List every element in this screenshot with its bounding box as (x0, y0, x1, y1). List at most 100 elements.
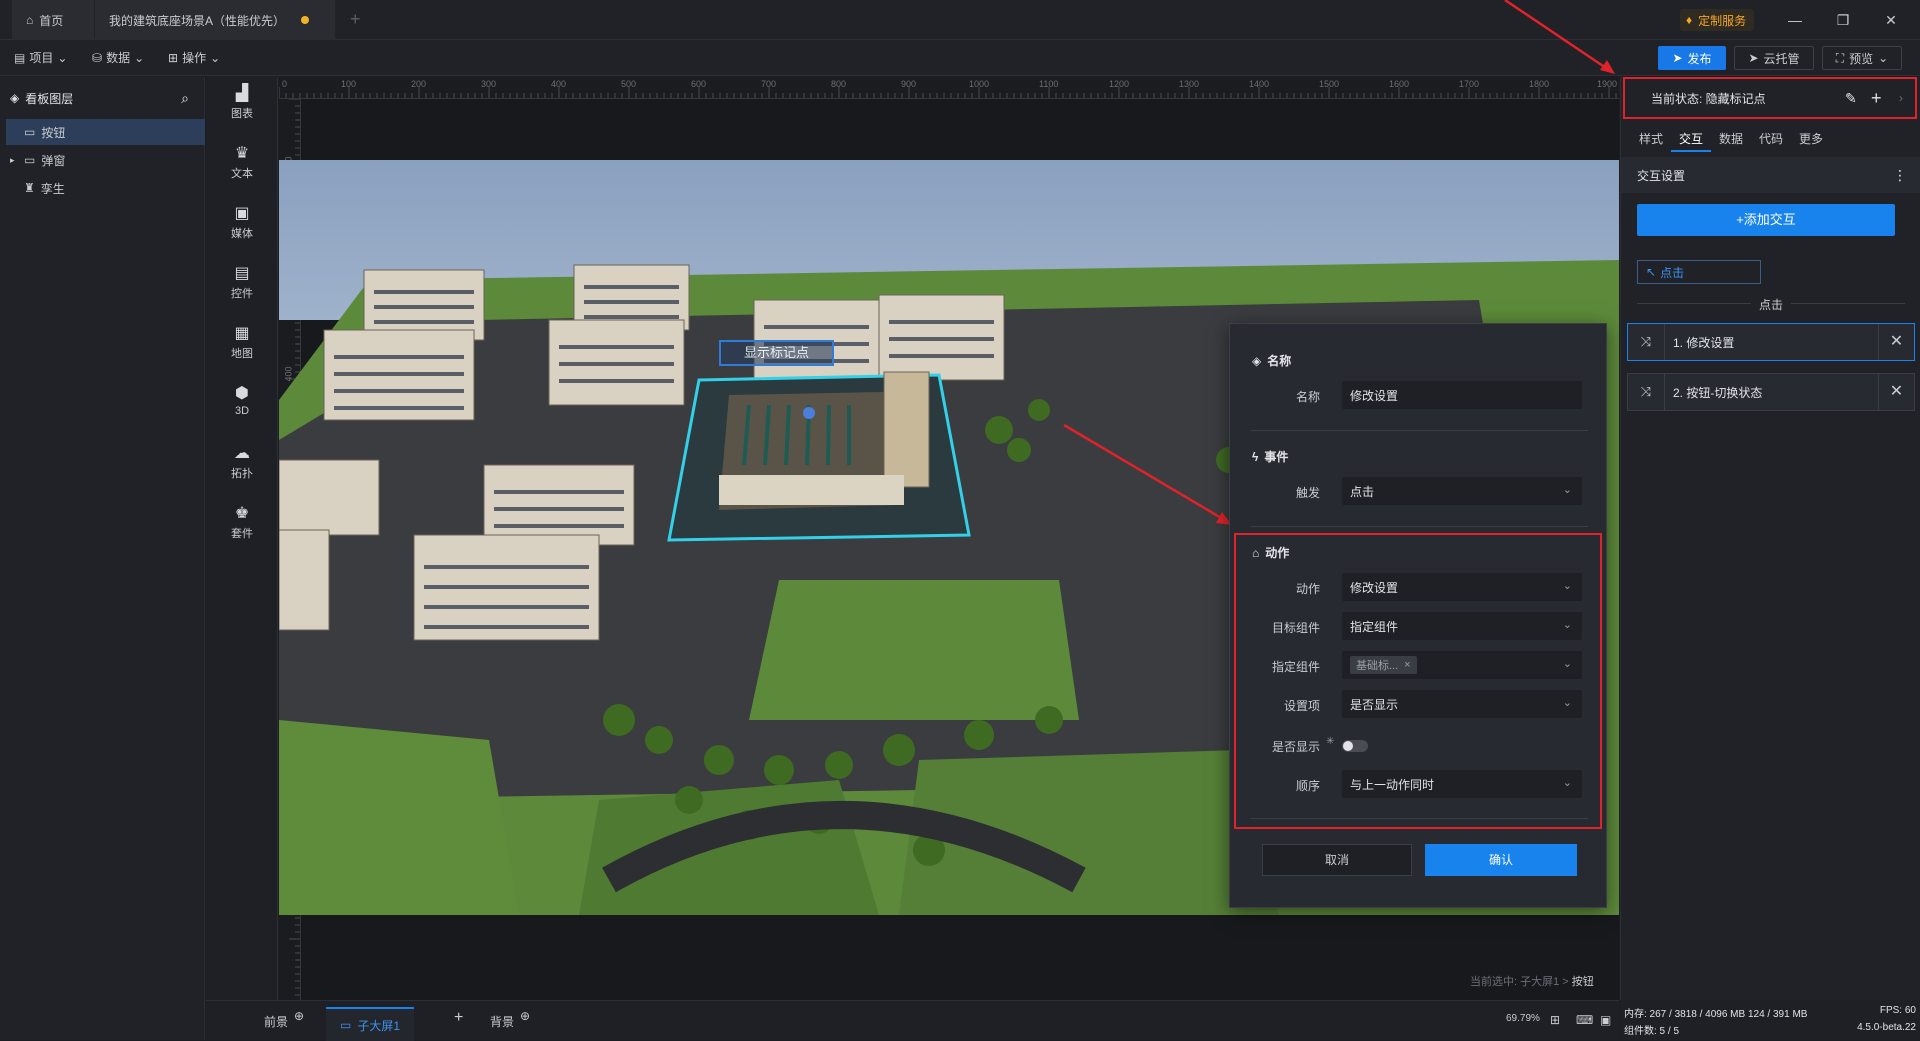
layer-item-popup[interactable]: ▸ ▭ 弹窗 (6, 147, 205, 173)
fps-counter: FPS: 60 (1879, 1005, 1916, 1016)
ruler-label: 1900 (1597, 79, 1618, 89)
chevron-down-icon: ⌄ (57, 50, 68, 65)
interaction-dialog: ◈ 名称 名称 修改设置 ϟ 事件 触发 点击 ⌄ ⌂ 动作 动作 修改设置 ⌄ 目标组件… (1229, 323, 1607, 908)
interaction-settings-header: 交互设置 ⋮ (1621, 157, 1920, 193)
tool-label: 地图 (231, 348, 253, 360)
memory-stats: 内存: 267 / 3818 / 4096 MB 124 / 391 MB (1624, 1009, 1808, 1020)
trigger-select[interactable]: 点击 ⌄ (1342, 477, 1582, 505)
confirm-button[interactable]: 确认 (1425, 844, 1577, 876)
close-icon[interactable]: ✕ (1878, 324, 1914, 360)
custom-service-button[interactable]: ♦ 定制服务 (1680, 9, 1755, 31)
tool-controls[interactable]: ▤ 控件 (206, 257, 278, 309)
close-icon[interactable]: ✕ (1878, 374, 1914, 410)
tool-map[interactable]: ▦ 地图 (206, 317, 278, 369)
ruler-ticks (279, 87, 1617, 98)
cursor-icon: ↖ (1646, 265, 1657, 279)
ruler-label: 600 (691, 79, 707, 89)
tab-sub-screen[interactable]: ▭ 子大屏1 (326, 1007, 415, 1041)
ruler-label: 400 (551, 79, 567, 89)
keyboard-icon[interactable]: ⌨ (1576, 1013, 1593, 1027)
search-icon[interactable]: ⌕ (181, 90, 189, 107)
add-circle-icon[interactable]: ⊕ (520, 1009, 530, 1023)
tab-label: 交互 (1678, 132, 1703, 146)
window-icon: ▭ (24, 153, 36, 167)
tool-label: 3D (234, 405, 250, 417)
tab-document[interactable]: 我的建筑底座场景A（性能优先） (95, 0, 335, 40)
ruler-label: 700 (761, 79, 777, 89)
more-vertical-icon[interactable]: ⋮ (1893, 167, 1907, 184)
layers-panel: ◈ 看板图层 ⌕ ▭ 按钮 ▸ ▭ 弹窗 ♜ 孪生 (0, 77, 205, 1040)
cancel-button[interactable]: 取消 (1262, 844, 1412, 876)
tool-topology[interactable]: ☁ 拓扑 (206, 437, 278, 489)
cloud-hosting-button[interactable]: ➤ 云托管 (1734, 46, 1814, 70)
menu-project[interactable]: ▤ 项目 ⌄ (14, 49, 67, 66)
marker-button-selected[interactable]: 显示标记点 (719, 340, 834, 366)
name-input[interactable]: 修改设置 (1342, 381, 1582, 409)
menu-operate[interactable]: ⊞ 操作 ⌄ (168, 49, 220, 66)
chevron-down-icon: ⌄ (1878, 51, 1889, 65)
menu-operate-label: 操作 (182, 51, 207, 65)
name-label: 名称 (1295, 390, 1320, 404)
map-icon: ▦ (234, 325, 250, 342)
trigger-label: 触发 (1295, 486, 1320, 500)
add-circle-icon[interactable]: ⊕ (294, 1009, 304, 1023)
layer-item-button[interactable]: ▭ 按钮 (6, 119, 205, 145)
tab-interaction[interactable]: 交互 (1671, 126, 1711, 152)
ruler-label: 800 (831, 79, 847, 89)
section-name-label: 名称 (1267, 354, 1292, 368)
action-row[interactable]: ⤨ 1. 修改设置 ✕ (1627, 323, 1915, 361)
tab-code[interactable]: 代码 (1751, 126, 1791, 152)
tool-media[interactable]: ▣ 媒体 (206, 197, 278, 249)
add-interaction-button[interactable]: +添加交互 (1637, 204, 1895, 236)
tab-background-label: 背景 (490, 1015, 515, 1029)
ruler-label: 900 (901, 79, 917, 89)
tab-document-label: 我的建筑底座场景A（性能优先） (109, 13, 286, 28)
send-icon: ➤ (1672, 51, 1683, 65)
tab-style[interactable]: 样式 (1631, 126, 1671, 152)
terminal-icon[interactable]: ▣ (1600, 1013, 1611, 1027)
tab-background[interactable]: 背景 ⊕ (490, 1009, 530, 1030)
publish-button[interactable]: ➤ 发布 (1658, 46, 1726, 70)
tab-label: 代码 (1758, 132, 1783, 146)
diamond-icon: ♦ (1686, 13, 1693, 27)
fullscreen-icon: ⛶ (1835, 50, 1845, 65)
horizontal-ruler: 0 100 200 300 400 500 600 700 800 900 10… (279, 77, 1619, 99)
restore-icon[interactable]: ❐ (1828, 8, 1858, 32)
property-tabs: 样式 交互 数据 代码 更多 (1631, 126, 1831, 152)
tab-foreground[interactable]: 前景 ⊕ (264, 1009, 304, 1030)
fit-screen-icon[interactable]: ⊞ (1550, 1013, 1560, 1027)
minimize-icon[interactable]: — (1780, 8, 1810, 32)
zoom-level[interactable]: 69.79% (1506, 1013, 1540, 1024)
menu-data-label: 数据 (106, 51, 131, 65)
caret-right-icon[interactable]: ▸ (10, 155, 15, 166)
file-icon: ▤ (14, 50, 26, 65)
menu-data[interactable]: ⛁ 数据 ⌄ (92, 49, 144, 66)
add-screen-icon[interactable]: + (454, 1009, 463, 1027)
tab-more[interactable]: 更多 (1791, 126, 1831, 152)
tool-text[interactable]: ♛ 文本 (206, 137, 278, 189)
ruler-label: 1400 (1249, 79, 1270, 89)
tab-label: 样式 (1638, 132, 1663, 146)
tool-chart[interactable]: ▟ 图表 (206, 77, 278, 129)
marker-button-label: 显示标记点 (743, 345, 809, 360)
publish-label: 发布 (1687, 51, 1712, 66)
ruler-label: 1800 (1529, 79, 1550, 89)
action-row-label: 1. 修改设置 (1664, 324, 1878, 360)
close-icon[interactable]: ✕ (1876, 8, 1906, 32)
preview-button[interactable]: ⛶ 预览 ⌄ (1822, 46, 1902, 70)
add-tab-icon[interactable]: + (350, 9, 361, 30)
status-bar: 内存: 267 / 3818 / 4096 MB 124 / 391 MB FP… (1620, 1000, 1920, 1040)
section-title: 交互设置 (1637, 168, 1686, 183)
tool-kit[interactable]: ♚ 套件 (206, 497, 278, 549)
bottom-bar: 前景 ⊕ ▭ 子大屏1 + 背景 ⊕ 69.79% ⊞ ⌨ ▣ (206, 1000, 1619, 1041)
cancel-label: 取消 (1324, 853, 1349, 867)
tool-3d[interactable]: ⬢ 3D (206, 377, 278, 429)
layer-item-twin[interactable]: ♜ 孪生 (6, 175, 205, 201)
tab-data[interactable]: 数据 (1711, 126, 1751, 152)
tab-home[interactable]: ⌂ 首页 (12, 0, 94, 40)
action-row[interactable]: ⤨ 2. 按钮-切换状态 ✕ (1627, 373, 1915, 411)
ruler-label: 1000 (969, 79, 990, 89)
trigger-click-chip[interactable]: ↖ 点击 (1637, 260, 1761, 284)
media-icon: ▣ (234, 205, 250, 222)
grid-icon: ⊞ (168, 50, 179, 65)
